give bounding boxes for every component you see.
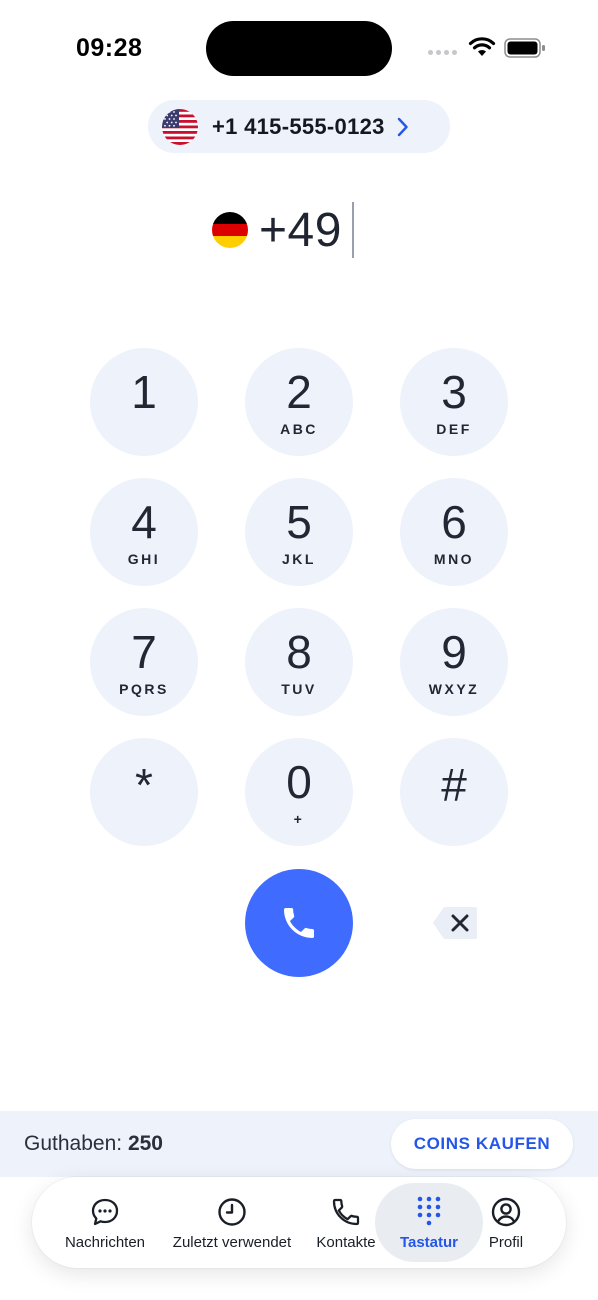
de-flag-icon xyxy=(212,212,248,248)
tab-messages[interactable]: Nachrichten xyxy=(54,1177,156,1268)
profile-icon xyxy=(491,1197,521,1227)
phone-icon xyxy=(284,908,314,938)
key-digit: 6 xyxy=(441,495,467,548)
phone-icon xyxy=(332,1198,360,1226)
key-letters: MNO xyxy=(433,550,475,567)
tab-label: Kontakte xyxy=(316,1234,376,1251)
key-digit: 4 xyxy=(131,495,157,548)
key-0[interactable]: 0 + xyxy=(245,738,353,846)
caller-id-number: +1 415-555-0123 xyxy=(212,113,385,139)
dynamic-island xyxy=(206,21,392,76)
tab-keypad[interactable]: Tastatur xyxy=(384,1177,474,1268)
key-letters: PQRS xyxy=(119,680,169,697)
key-3[interactable]: 3 DEF xyxy=(400,348,508,456)
key-letters: DEF xyxy=(436,420,472,437)
balance-value: 250 xyxy=(127,1132,163,1155)
status-time: 09:28 xyxy=(76,34,143,62)
key-letters: + xyxy=(293,810,305,827)
buy-coins-button[interactable]: COINS KAUFEN xyxy=(391,1119,573,1169)
key-hash[interactable]: # xyxy=(400,738,508,846)
key-letters: JKL xyxy=(282,550,316,567)
chevron-right-icon xyxy=(397,117,408,136)
backspace-icon[interactable] xyxy=(432,906,478,940)
key-letters: GHI xyxy=(127,550,161,567)
key-digit: 5 xyxy=(286,495,312,548)
key-digit: 3 xyxy=(441,365,467,418)
caller-id-selector[interactable]: +1 415-555-0123 xyxy=(148,100,450,153)
key-5[interactable]: 5 JKL xyxy=(245,478,353,586)
tab-recents[interactable]: Zuletzt verwendet xyxy=(164,1177,300,1268)
dial-number-text: +49 xyxy=(259,203,342,257)
clock-icon xyxy=(218,1198,246,1226)
tab-label: Profil xyxy=(488,1234,524,1251)
wifi-icon xyxy=(468,37,496,56)
key-digit: 1 xyxy=(131,365,157,418)
key-7[interactable]: 7 PQRS xyxy=(90,608,198,716)
key-digit: 2 xyxy=(286,365,312,418)
tab-label: Nachrichten xyxy=(64,1234,146,1251)
key-letters: TUV xyxy=(281,680,317,697)
balance-label: Guthaben: xyxy=(24,1132,123,1155)
cellular-signal-icon xyxy=(428,50,457,55)
balance-text: Guthaben: 250 xyxy=(24,1132,163,1156)
key-8[interactable]: 8 TUV xyxy=(245,608,353,716)
keypad-icon xyxy=(417,1196,441,1226)
text-cursor xyxy=(351,202,354,258)
key-1[interactable]: 1 xyxy=(90,348,198,456)
key-2[interactable]: 2 ABC xyxy=(245,348,353,456)
key-digit: 0 xyxy=(286,755,312,808)
tab-bar: Nachrichten Zuletzt verwendet Kontakte T… xyxy=(32,1177,566,1268)
us-flag-icon xyxy=(162,108,198,145)
key-digit: 7 xyxy=(131,625,157,678)
dial-number-field[interactable]: +49 xyxy=(212,198,354,262)
key-6[interactable]: 6 MNO xyxy=(400,478,508,586)
key-star[interactable]: * xyxy=(90,738,198,846)
call-button[interactable] xyxy=(245,869,353,977)
tab-label: Tastatur xyxy=(399,1234,459,1251)
key-digit: 8 xyxy=(286,625,312,678)
key-4[interactable]: 4 GHI xyxy=(90,478,198,586)
battery-icon xyxy=(504,38,545,58)
chat-bubble-icon xyxy=(91,1198,119,1226)
tab-label: Zuletzt verwendet xyxy=(172,1234,292,1251)
tab-contacts[interactable]: Kontakte xyxy=(310,1177,382,1268)
key-digit: # xyxy=(441,758,467,811)
balance-bar: Guthaben: 250 COINS KAUFEN xyxy=(0,1111,598,1177)
tab-profile[interactable]: Profil xyxy=(476,1177,536,1268)
key-digit: 9 xyxy=(441,625,467,678)
key-9[interactable]: 9 WXYZ xyxy=(400,608,508,716)
key-digit: * xyxy=(135,758,153,811)
key-letters: ABC xyxy=(280,420,318,437)
key-letters: WXYZ xyxy=(428,680,480,697)
